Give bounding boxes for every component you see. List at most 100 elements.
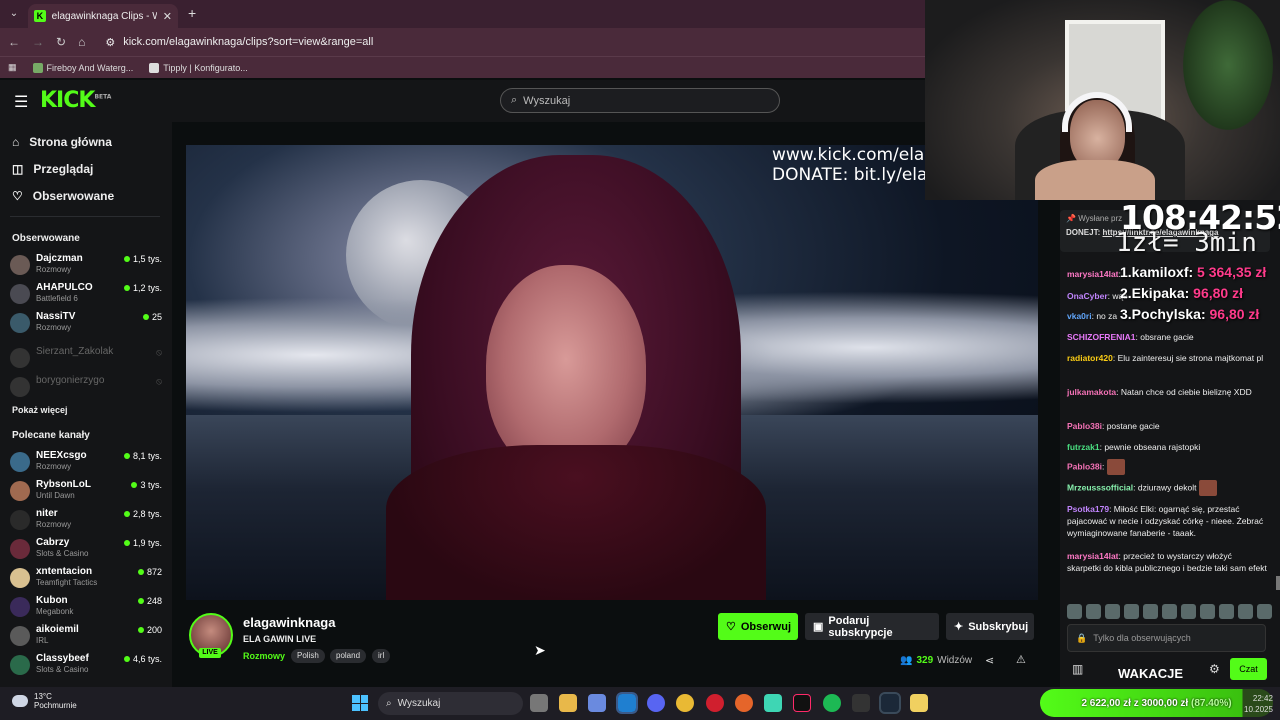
chat-scrollbar[interactable] bbox=[1276, 576, 1280, 590]
followed-channel[interactable]: Dajczman Rozmowy 1,5 tys. bbox=[10, 253, 162, 279]
follow-label: Obserwuj bbox=[740, 620, 791, 633]
chat-username[interactable]: OnaCyber bbox=[1067, 291, 1108, 301]
chat-send-button[interactable]: Czat bbox=[1230, 658, 1267, 680]
chat-username[interactable]: julkamakota bbox=[1067, 387, 1116, 397]
menu-icon[interactable]: ☰ bbox=[14, 92, 28, 112]
tiktok-icon[interactable] bbox=[793, 694, 811, 712]
steam-icon[interactable] bbox=[879, 692, 901, 714]
kick-app-icon[interactable] bbox=[910, 694, 928, 712]
clock-time: 22:42 bbox=[1252, 694, 1273, 703]
tab-search-icon[interactable]: ⌄ bbox=[6, 6, 22, 22]
chat-message: Mrzeusssofficial: dziurawy dekolt bbox=[1067, 480, 1267, 496]
tab-close-icon[interactable]: ✕ bbox=[163, 10, 172, 23]
chat-username[interactable]: Mrzeusssofficial bbox=[1067, 482, 1133, 492]
new-tab-icon[interactable]: + bbox=[188, 5, 196, 21]
recommended-channel[interactable]: Classybeef Slots & Casino 4,6 tys. bbox=[10, 653, 162, 679]
channel-name[interactable]: elagawinknaga bbox=[243, 615, 335, 630]
video-player[interactable]: www.kick.com/elag DONATE: bit.ly/ela bbox=[186, 145, 1038, 600]
followed-channel-offline[interactable]: borygonierzygo ⦸ bbox=[10, 375, 162, 401]
bookmark-fireboy[interactable]: Fireboy And Waterg... bbox=[32, 62, 133, 73]
tag-pill[interactable]: Polish bbox=[291, 649, 325, 663]
follow-button[interactable]: ♡ Obserwuj bbox=[718, 613, 798, 640]
recommended-channel[interactable]: xntentacion Teamfight Tactics 872 bbox=[10, 566, 162, 592]
store-icon[interactable]: ▥ bbox=[1072, 662, 1083, 676]
gear-icon[interactable]: ⚙ bbox=[1209, 662, 1220, 676]
emote-icon[interactable] bbox=[1067, 603, 1082, 619]
share-icon[interactable]: ⋖ bbox=[985, 654, 994, 667]
chat-username[interactable]: radiator420 bbox=[1067, 353, 1113, 363]
nav-following[interactable]: ♡ Obserwowane bbox=[12, 189, 114, 203]
emote-icon[interactable] bbox=[1143, 603, 1158, 619]
gift-label: Podaruj subskrypcje bbox=[828, 614, 893, 639]
emote-icon[interactable] bbox=[1200, 603, 1215, 619]
discord-icon[interactable] bbox=[647, 694, 665, 712]
emote-icon[interactable] bbox=[1105, 603, 1120, 619]
show-more-link[interactable]: Pokaż więcej bbox=[12, 405, 68, 415]
recommended-channel[interactable]: RybsonLoL Until Dawn 3 tys. bbox=[10, 479, 162, 505]
recommended-channel[interactable]: Cabrzy Slots & Casino 1,9 tys. bbox=[10, 537, 162, 563]
live-dot bbox=[137, 598, 144, 604]
opera-icon[interactable] bbox=[706, 694, 724, 712]
app-icon[interactable] bbox=[764, 694, 782, 712]
channel-category: Until Dawn bbox=[36, 491, 75, 500]
chat-username[interactable]: futrzak1 bbox=[1067, 442, 1100, 452]
start-button[interactable] bbox=[352, 695, 368, 711]
chat-username[interactable]: Psotka179 bbox=[1067, 504, 1109, 514]
bookmark-tipply[interactable]: Tipply | Konfigurato... bbox=[149, 62, 248, 73]
chat-username[interactable]: Pablo38i bbox=[1067, 421, 1102, 431]
emote-icon[interactable] bbox=[1086, 603, 1101, 619]
weather-widget[interactable]: 13°C Pochmurnie bbox=[12, 692, 77, 710]
search-input[interactable]: ⌕ Wyszukaj bbox=[500, 88, 780, 113]
emote-icon[interactable] bbox=[1257, 603, 1272, 619]
avatar bbox=[10, 655, 30, 675]
emote-icon[interactable] bbox=[1238, 603, 1253, 619]
address-bar[interactable]: ⚙ kick.com/elagawinknaga/clips?sort=view… bbox=[105, 36, 373, 49]
task-view-icon[interactable] bbox=[530, 694, 548, 712]
tag-pill[interactable]: poland bbox=[330, 649, 367, 663]
browser-app-icon[interactable] bbox=[735, 694, 753, 712]
epic-games-icon[interactable] bbox=[852, 694, 870, 712]
system-clock[interactable]: 22:42 10.2025 bbox=[1244, 693, 1273, 715]
recommended-channel[interactable]: aikoiemil IRL 200 bbox=[10, 624, 162, 650]
kick-logo[interactable]: KICKBETA bbox=[40, 88, 111, 113]
followed-channel[interactable]: AHAPULCO Battlefield 6 1,2 tys. bbox=[10, 282, 162, 308]
recommended-channel[interactable]: Kubon Megabonk 248 bbox=[10, 595, 162, 621]
nav-browse[interactable]: ◫ Przeglądaj bbox=[12, 162, 93, 176]
gift-subs-button[interactable]: ▣ Podaruj subskrypcje bbox=[805, 613, 939, 640]
report-icon[interactable]: ⚠ bbox=[1016, 653, 1026, 666]
recommended-channel[interactable]: NEEXcsgo Rozmowy 8,1 tys. bbox=[10, 450, 162, 476]
back-icon[interactable]: ← bbox=[8, 35, 20, 49]
spotify-icon[interactable] bbox=[823, 694, 841, 712]
tag-pill[interactable]: irl bbox=[372, 649, 391, 663]
emote-icon[interactable] bbox=[1162, 603, 1177, 619]
followed-channel-offline[interactable]: Sierzant_Zakolak ⦸ bbox=[10, 346, 162, 372]
chat-username[interactable]: marysia14lat bbox=[1067, 551, 1119, 561]
chat-input[interactable]: 🔒 Tylko dla obserwujących bbox=[1067, 624, 1266, 652]
live-badge: LIVE bbox=[199, 648, 221, 658]
offline-icon: ⦸ bbox=[156, 376, 162, 386]
chat-username[interactable]: marysia14lat bbox=[1067, 269, 1119, 279]
subscribe-button[interactable]: ✦ Subskrybuj bbox=[946, 613, 1034, 640]
chat-message: marysia14lat: przecież to wystarczy włoż… bbox=[1067, 551, 1267, 573]
stream-category[interactable]: Rozmowy bbox=[243, 651, 285, 661]
emote-icon[interactable] bbox=[1219, 603, 1234, 619]
reload-icon[interactable]: ↻ bbox=[56, 35, 66, 49]
copilot-icon[interactable] bbox=[588, 694, 606, 712]
browser-tab[interactable]: K elagawinknaga Clips - Watс ✕ bbox=[28, 4, 178, 28]
nav-home[interactable]: ⌂ Strona główna bbox=[12, 135, 112, 149]
file-explorer-icon[interactable] bbox=[559, 694, 577, 712]
edge-browser-icon[interactable] bbox=[616, 692, 638, 714]
recommended-channel[interactable]: niter Rozmowy 2,8 tys. bbox=[10, 508, 162, 534]
forward-icon[interactable]: → bbox=[32, 35, 44, 49]
chrome-icon[interactable] bbox=[676, 694, 694, 712]
taskbar-search[interactable]: ⌕ Wyszukaj bbox=[378, 692, 523, 715]
chat-username[interactable]: SCHIZOFRENIA1 bbox=[1067, 332, 1135, 342]
emote-icon[interactable] bbox=[1181, 603, 1196, 619]
apps-icon[interactable]: ▦ bbox=[8, 62, 17, 73]
home-icon[interactable]: ⌂ bbox=[78, 35, 85, 49]
chat-username[interactable]: vka0ri bbox=[1067, 311, 1092, 321]
chat-username[interactable]: Pablo38i bbox=[1067, 461, 1102, 471]
emote-icon[interactable] bbox=[1124, 603, 1139, 619]
followed-channel[interactable]: NassiTV Rozmowy 25 bbox=[10, 311, 162, 337]
site-info-icon[interactable]: ⚙ bbox=[105, 36, 115, 49]
